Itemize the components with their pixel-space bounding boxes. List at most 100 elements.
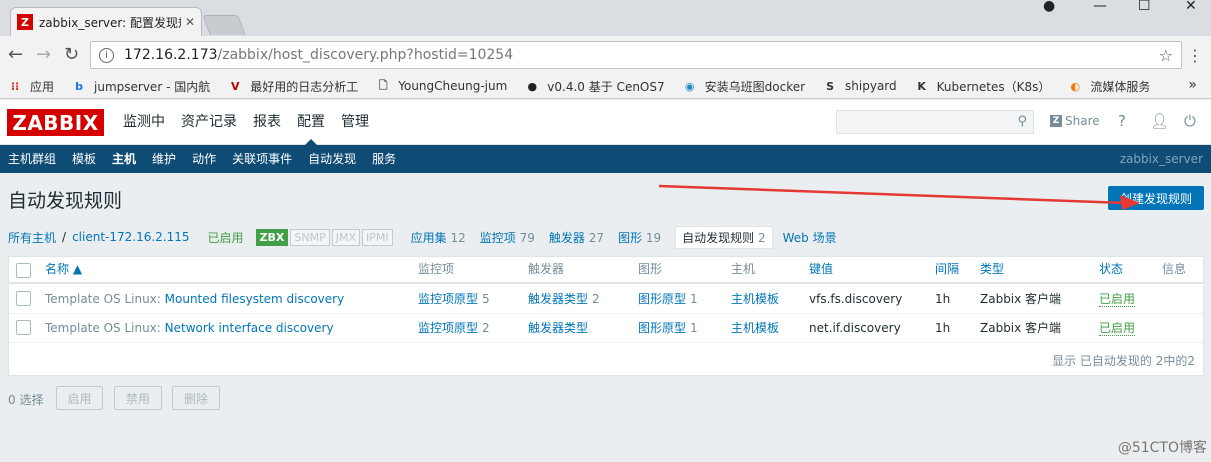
hosts-value[interactable]: 主机模板 bbox=[731, 292, 779, 306]
rule-name-cell: Template OS Linux: Mounted filesystem di… bbox=[45, 285, 344, 313]
bookmark-item[interactable]: 🗋︎ YoungCheung-jum bbox=[376, 79, 508, 94]
web-scenarios-link[interactable]: Web 场景 bbox=[783, 229, 837, 246]
bookmark-item[interactable]: V 最好用的日志分析工 bbox=[228, 78, 358, 95]
user-profile-icon[interactable]: 👤︎ bbox=[1150, 112, 1169, 130]
triggers-value[interactable]: 触发器类型 bbox=[528, 321, 588, 335]
sub-nav-item[interactable]: 主机群组 bbox=[0, 145, 64, 173]
share-z-icon: Z bbox=[1050, 115, 1062, 127]
sub-nav-items: 主机群组 模板 主机 维护 动作 关联项事件 自动发现 服务 bbox=[0, 145, 1211, 173]
help-icon[interactable]: ? bbox=[1118, 112, 1126, 130]
sub-nav-item[interactable]: 模板 bbox=[64, 145, 104, 173]
bookmark-label: 流媒体服务 bbox=[1090, 79, 1151, 94]
all-hosts-link[interactable]: 所有主机 bbox=[8, 229, 56, 246]
bookmark-item[interactable]: K Kubernetes（K8s） bbox=[915, 78, 1051, 95]
main-nav-item[interactable]: 配置 bbox=[289, 100, 333, 146]
bookmark-item[interactable]: b jumpserver - 国内航 bbox=[72, 78, 210, 95]
new-tab-button[interactable] bbox=[202, 15, 246, 35]
bookmark-item[interactable]: Sshipyard bbox=[823, 79, 897, 93]
minimize-icon[interactable]: — bbox=[1093, 0, 1107, 14]
selected-count: 0 选择 bbox=[8, 393, 44, 407]
forward-arrow-icon[interactable]: → bbox=[36, 44, 51, 65]
disable-button[interactable]: 禁用 bbox=[114, 386, 162, 410]
items-value[interactable]: 监控项原型 bbox=[418, 321, 478, 335]
browser-tab-active[interactable]: Z zabbix_server: 配置发现规 ✕ bbox=[10, 7, 202, 36]
share-button[interactable]: Z Share bbox=[1050, 114, 1100, 128]
hosts-value[interactable]: 主机模板 bbox=[731, 321, 779, 335]
table-row: Template OS Linux: Mounted filesystem di… bbox=[9, 285, 1203, 314]
column-header-name[interactable]: 名称 ▲ bbox=[45, 257, 82, 282]
main-nav-item[interactable]: 报表 bbox=[245, 100, 289, 145]
select-all-checkbox[interactable] bbox=[16, 263, 31, 278]
row-checkbox[interactable] bbox=[16, 320, 31, 335]
column-header-status[interactable]: 状态 bbox=[1099, 257, 1123, 282]
rule-name-cell: Template OS Linux: Network interface dis… bbox=[45, 314, 334, 342]
interval-value: 1h bbox=[935, 292, 951, 306]
user-profile-icon[interactable]: ● bbox=[1043, 0, 1055, 14]
url-input[interactable]: i 172.16.2.173/zabbix/host_discovery.php… bbox=[90, 41, 1182, 69]
cell-triggers: 触发器类型 bbox=[528, 314, 592, 342]
graphs-link[interactable]: 图形 bbox=[618, 231, 642, 245]
maximize-icon[interactable]: ☐ bbox=[1138, 0, 1151, 14]
row-checkbox[interactable] bbox=[16, 291, 31, 306]
status-value[interactable]: 已启用 bbox=[1099, 321, 1136, 336]
items-count: 5 bbox=[482, 292, 490, 306]
sub-nav-item[interactable]: 自动发现 bbox=[300, 145, 364, 173]
column-header-items: 监控项 bbox=[418, 262, 455, 276]
sub-nav-item[interactable]: 服务 bbox=[364, 145, 404, 173]
interval-value: 1h bbox=[935, 321, 951, 335]
bookmark-k-icon: K bbox=[917, 79, 926, 93]
tab-discovery-rules[interactable]: 自动发现规则 2 bbox=[675, 225, 773, 249]
breadcrumb-separator: / bbox=[62, 230, 67, 244]
bookmark-item[interactable]: ◉ 安装乌班图docker bbox=[683, 78, 805, 95]
items-value[interactable]: 监控项原型 bbox=[418, 292, 478, 306]
zabbix-logo[interactable]: ZABBIX bbox=[7, 109, 104, 136]
main-nav-item[interactable]: 管理 bbox=[333, 100, 377, 145]
sub-nav-item[interactable]: 关联项事件 bbox=[224, 145, 300, 173]
main-nav-item[interactable]: 资产记录 bbox=[173, 100, 245, 145]
main-nav-item[interactable]: 监测中 bbox=[115, 100, 173, 145]
bookmark-item[interactable]: ◐ 流媒体服务 bbox=[1068, 78, 1151, 95]
page-title: 自动发现规则 bbox=[8, 190, 123, 212]
bookmarks-overflow-icon[interactable]: » bbox=[1188, 77, 1197, 93]
cell-graphs: 图形原型 1 bbox=[638, 314, 698, 342]
enable-button[interactable]: 启用 bbox=[56, 386, 103, 410]
delete-button[interactable]: 删除 bbox=[172, 386, 220, 410]
close-window-icon[interactable]: ✕ bbox=[1185, 0, 1197, 14]
applications-link[interactable]: 应用集 bbox=[411, 231, 447, 245]
sign-out-icon[interactable]: ⏻ bbox=[1184, 112, 1196, 130]
bookmark-label: Kubernetes（K8s） bbox=[936, 79, 1051, 94]
back-arrow-icon[interactable]: ← bbox=[8, 44, 23, 65]
sub-nav-item[interactable]: 主机 bbox=[104, 145, 144, 173]
items-link[interactable]: 监控项 bbox=[480, 231, 516, 245]
template-link[interactable]: Template OS Linux bbox=[45, 292, 157, 306]
key-value: vfs.fs.discovery bbox=[809, 292, 903, 306]
template-link[interactable]: Template OS Linux bbox=[45, 321, 157, 335]
create-discovery-rule-button[interactable]: 创建发现规则 bbox=[1108, 186, 1204, 210]
bookmark-b-icon: b bbox=[75, 79, 83, 93]
sub-nav-item[interactable]: 维护 bbox=[144, 145, 184, 173]
bookmark-v-icon: V bbox=[230, 79, 240, 93]
sub-nav-item[interactable]: 动作 bbox=[184, 145, 224, 173]
host-link[interactable]: client-172.16.2.115 bbox=[72, 230, 189, 244]
bookmark-item[interactable]: ⁝⁝ 应用 bbox=[8, 78, 54, 95]
search-input[interactable]: ⚲ bbox=[836, 110, 1034, 134]
triggers-value[interactable]: 触发器类型 bbox=[528, 292, 588, 306]
url-path: /zabbix/host_discovery.php?hostid=10254 bbox=[217, 47, 514, 63]
bookmark-item[interactable]: ● v0.4.0 基于 CenOS7 bbox=[525, 78, 664, 95]
search-icon[interactable]: ⚲ bbox=[1017, 114, 1027, 129]
rule-name-link[interactable]: Network interface discovery bbox=[165, 321, 334, 335]
reload-icon[interactable]: ↻ bbox=[64, 44, 79, 65]
column-header-interval[interactable]: 间隔 bbox=[935, 257, 959, 282]
rule-name-link[interactable]: Mounted filesystem discovery bbox=[165, 292, 345, 306]
browser-menu-icon[interactable]: ⋮ bbox=[1187, 46, 1203, 65]
status-value[interactable]: 已启用 bbox=[1099, 292, 1136, 307]
bookmark-star-icon[interactable]: ☆ bbox=[1159, 46, 1173, 65]
host-status[interactable]: 已启用 bbox=[208, 229, 244, 246]
site-info-icon[interactable]: i bbox=[99, 47, 114, 63]
column-header-key[interactable]: 键值 bbox=[809, 257, 833, 282]
graphs-value[interactable]: 图形原型 bbox=[638, 292, 686, 306]
close-tab-icon[interactable]: ✕ bbox=[185, 15, 195, 29]
triggers-link[interactable]: 触发器 bbox=[549, 231, 585, 245]
graphs-value[interactable]: 图形原型 bbox=[638, 321, 686, 335]
column-header-type[interactable]: 类型 bbox=[980, 257, 1004, 282]
